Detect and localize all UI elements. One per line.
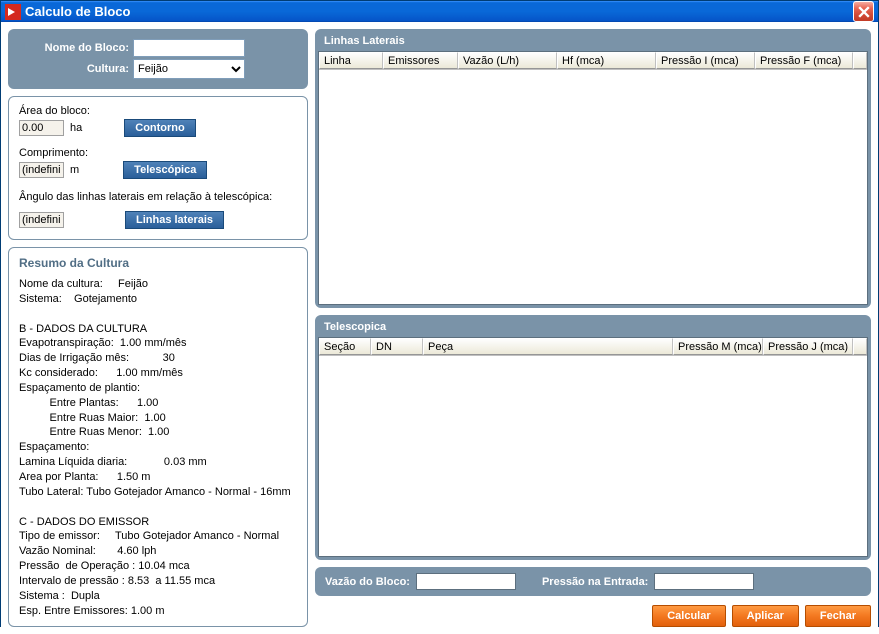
fechar-button[interactable]: Fechar <box>805 605 871 627</box>
window: Calculo de Bloco Nome do Bloco: Cultura:… <box>0 0 879 627</box>
pressao-label: Pressão na Entrada: <box>542 576 648 588</box>
col-spacer2 <box>853 338 867 355</box>
app-icon <box>5 4 21 20</box>
col-emissores[interactable]: Emissores <box>383 52 458 69</box>
telescopica-button[interactable]: Telescópica <box>123 161 207 179</box>
close-icon <box>858 6 870 18</box>
nome-label: Nome do Bloco: <box>18 42 133 54</box>
col-linha[interactable]: Linha <box>319 52 383 69</box>
col-pressao-i[interactable]: Pressão I (mca) <box>656 52 755 69</box>
cultura-select[interactable]: Feijão <box>133 59 245 79</box>
titlebar: Calculo de Bloco <box>1 1 878 22</box>
close-button[interactable] <box>853 1 874 22</box>
contorno-button[interactable]: Contorno <box>124 119 195 137</box>
footer-panel: Vazão do Bloco: Pressão na Entrada: <box>315 567 871 596</box>
aplicar-button[interactable]: Aplicar <box>732 605 799 627</box>
resumo-panel: Resumo da Cultura Nome da cultura: Feijã… <box>8 247 308 627</box>
telescopica-title: Telescopica <box>318 318 868 337</box>
content: Nome do Bloco: Cultura: Feijão Área do b… <box>1 22 878 634</box>
nome-input[interactable] <box>133 39 245 57</box>
angulo-label: Ângulo das linhas laterais em relação à … <box>19 191 297 203</box>
resumo-title: Resumo da Cultura <box>19 256 297 270</box>
col-dn[interactable]: DN <box>371 338 423 355</box>
pressao-value <box>654 573 754 590</box>
comp-label: Comprimento: <box>19 147 297 159</box>
vazao-value <box>416 573 516 590</box>
laterais-grid[interactable]: Linha Emissores Vazão (L/h) Hf (mca) Pre… <box>318 51 868 305</box>
cultura-label: Cultura: <box>18 63 133 75</box>
header-panel: Nome do Bloco: Cultura: Feijão <box>8 29 308 89</box>
col-hf[interactable]: Hf (mca) <box>557 52 656 69</box>
vazao-label: Vazão do Bloco: <box>325 576 410 588</box>
col-spacer <box>853 52 867 69</box>
laterais-button[interactable]: Linhas laterais <box>125 211 224 229</box>
telescopica-section: Telescopica Seção DN Peça Pressão M (mca… <box>315 315 871 560</box>
comp-value[interactable] <box>19 162 64 178</box>
area-label: Área do bloco: <box>19 105 297 117</box>
col-pressao-m[interactable]: Pressão M (mca) <box>673 338 763 355</box>
col-pressao-f[interactable]: Pressão F (mca) <box>755 52 853 69</box>
telescopica-grid[interactable]: Seção DN Peça Pressão M (mca) Pressão J … <box>318 337 868 557</box>
area-unit: ha <box>70 122 82 134</box>
angulo-value[interactable] <box>19 212 64 228</box>
laterais-section: Linhas Laterais Linha Emissores Vazão (L… <box>315 29 871 308</box>
col-secao[interactable]: Seção <box>319 338 371 355</box>
col-peca[interactable]: Peça <box>423 338 673 355</box>
col-pressao-j[interactable]: Pressão J (mca) <box>763 338 853 355</box>
comp-unit: m <box>70 164 79 176</box>
col-vazao[interactable]: Vazão (L/h) <box>458 52 557 69</box>
area-value[interactable] <box>19 120 64 136</box>
calcular-button[interactable]: Calcular <box>652 605 725 627</box>
right-column: Linhas Laterais Linha Emissores Vazão (L… <box>315 29 871 627</box>
params-panel: Área do bloco: ha Contorno Comprimento: … <box>8 96 308 240</box>
resumo-body: Nome da cultura: Feijão Sistema: Gotejam… <box>19 273 297 618</box>
button-bar: Calcular Aplicar Fechar <box>315 603 871 627</box>
left-column: Nome do Bloco: Cultura: Feijão Área do b… <box>8 29 308 627</box>
laterais-title: Linhas Laterais <box>318 32 868 51</box>
window-title: Calculo de Bloco <box>25 4 853 19</box>
